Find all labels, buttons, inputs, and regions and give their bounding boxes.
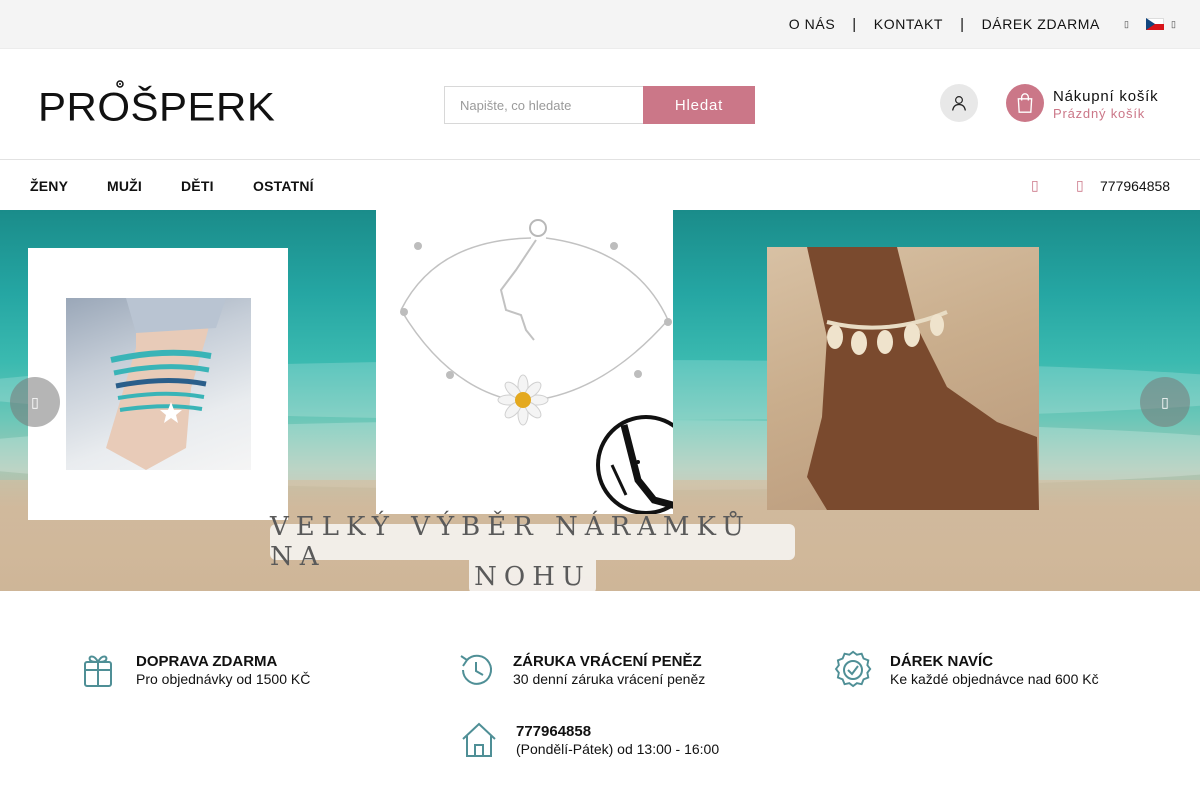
nav-item-muzi[interactable]: MUŽI [107, 178, 142, 194]
feature-subtitle: Ke každé objednávce nad 600 Kč [890, 671, 1099, 687]
feature-title[interactable]: 777964858 [516, 723, 591, 740]
hero-banner[interactable]: VELKÝ VÝBĚR NÁRAMKŮ NA NOHU ▯ ▯ [0, 210, 1200, 591]
feature-title: ZÁRUKA VRÁCENÍ PENĚZ [513, 653, 702, 670]
badge-check-icon [834, 650, 872, 688]
cart-subtitle: Prázdný košík [1053, 106, 1146, 121]
separator: | [960, 15, 965, 33]
feature-subtitle: (Pondělí-Pátek) od 13:00 - 16:00 [516, 741, 720, 757]
account-button[interactable] [940, 84, 978, 122]
shell-anklet-illustration [807, 247, 1039, 510]
link-kontakt[interactable]: KONTAKT [874, 16, 943, 32]
banner-caption-line2: NOHU [469, 560, 596, 591]
nav-item-zeny[interactable]: ŽENY [30, 178, 68, 194]
feature-money-back: ZÁRUKA VRÁCENÍ PENĚZ 30 denní záruka vrá… [457, 650, 757, 690]
banner-photo-beaded-anklet [28, 248, 288, 520]
anklet-photo [66, 298, 251, 470]
feature-subtitle: 30 denní záruka vrácení peněz [513, 671, 706, 687]
feature-title: DÁREK NAVÍC [890, 653, 994, 670]
feature-free-gift: DÁREK NAVÍC Ke každé objednávce nad 600 … [834, 650, 1164, 690]
feature-title: DOPRAVA ZDARMA [136, 653, 278, 670]
search-input[interactable] [444, 86, 643, 124]
history-icon [460, 654, 492, 685]
main-nav: ŽENY MUŽI DĚTI OSTATNÍ ▯ ▯ 777964858 [0, 161, 1200, 210]
feature-free-shipping: DOPRAVA ZDARMA Pro objednávky od 1500 KČ [80, 650, 380, 690]
header: PROŠPERK Hledat Nákupní košík Prázdný ko… [0, 49, 1200, 160]
cart-button[interactable] [1006, 84, 1044, 122]
gift-icon [84, 655, 112, 687]
nav-phone-number[interactable]: 777964858 [1100, 178, 1170, 194]
banner-photo-daisy-bracelet [376, 210, 696, 515]
top-links: O NÁS | KONTAKT | DÁREK ZDARMA [789, 0, 1100, 48]
beaded-anklet-illustration [106, 298, 226, 470]
banner-photo-shell-anklet [767, 247, 1039, 510]
user-icon [952, 96, 966, 111]
language-dropdown-icon[interactable]: ▯ [1171, 19, 1176, 30]
logo-text: PROŠPERK [38, 84, 276, 129]
email-icon[interactable]: ▯ [1031, 177, 1039, 194]
feature-subtitle: Pro objednávky od 1500 KČ [136, 671, 311, 687]
currency-icon[interactable]: ▯ [1124, 19, 1129, 30]
separator: | [852, 15, 857, 33]
home-icon [462, 722, 496, 757]
search-button[interactable]: Hledat [643, 86, 755, 124]
daisy-bracelet-illustration [400, 219, 696, 515]
banner-caption-line1: VELKÝ VÝBĚR NÁRAMKŮ NA [270, 512, 795, 572]
czech-flag-icon[interactable] [1146, 18, 1164, 30]
feature-contact-phone: 777964858 (Pondělí-Pátek) od 13:00 - 16:… [460, 720, 760, 760]
carousel-next-button[interactable]: ▯ [1140, 377, 1190, 427]
link-darek-zdarma[interactable]: DÁREK ZDARMA [982, 16, 1100, 32]
cart-title[interactable]: Nákupní košík [1053, 88, 1158, 105]
link-o-nas[interactable]: O NÁS [789, 16, 836, 32]
logo[interactable]: PROŠPERK [38, 79, 275, 129]
top-bar: O NÁS | KONTAKT | DÁREK ZDARMA ▯ ▯ [0, 0, 1200, 49]
phone-icon: ▯ [1076, 177, 1084, 193]
search-bar: Hledat [444, 86, 755, 124]
nav-item-deti[interactable]: DĚTI [181, 178, 214, 194]
ring-icon [116, 80, 124, 88]
nav-item-ostatni[interactable]: OSTATNÍ [253, 178, 314, 194]
shopping-bag-icon [1017, 93, 1033, 113]
carousel-prev-button[interactable]: ▯ [10, 377, 60, 427]
